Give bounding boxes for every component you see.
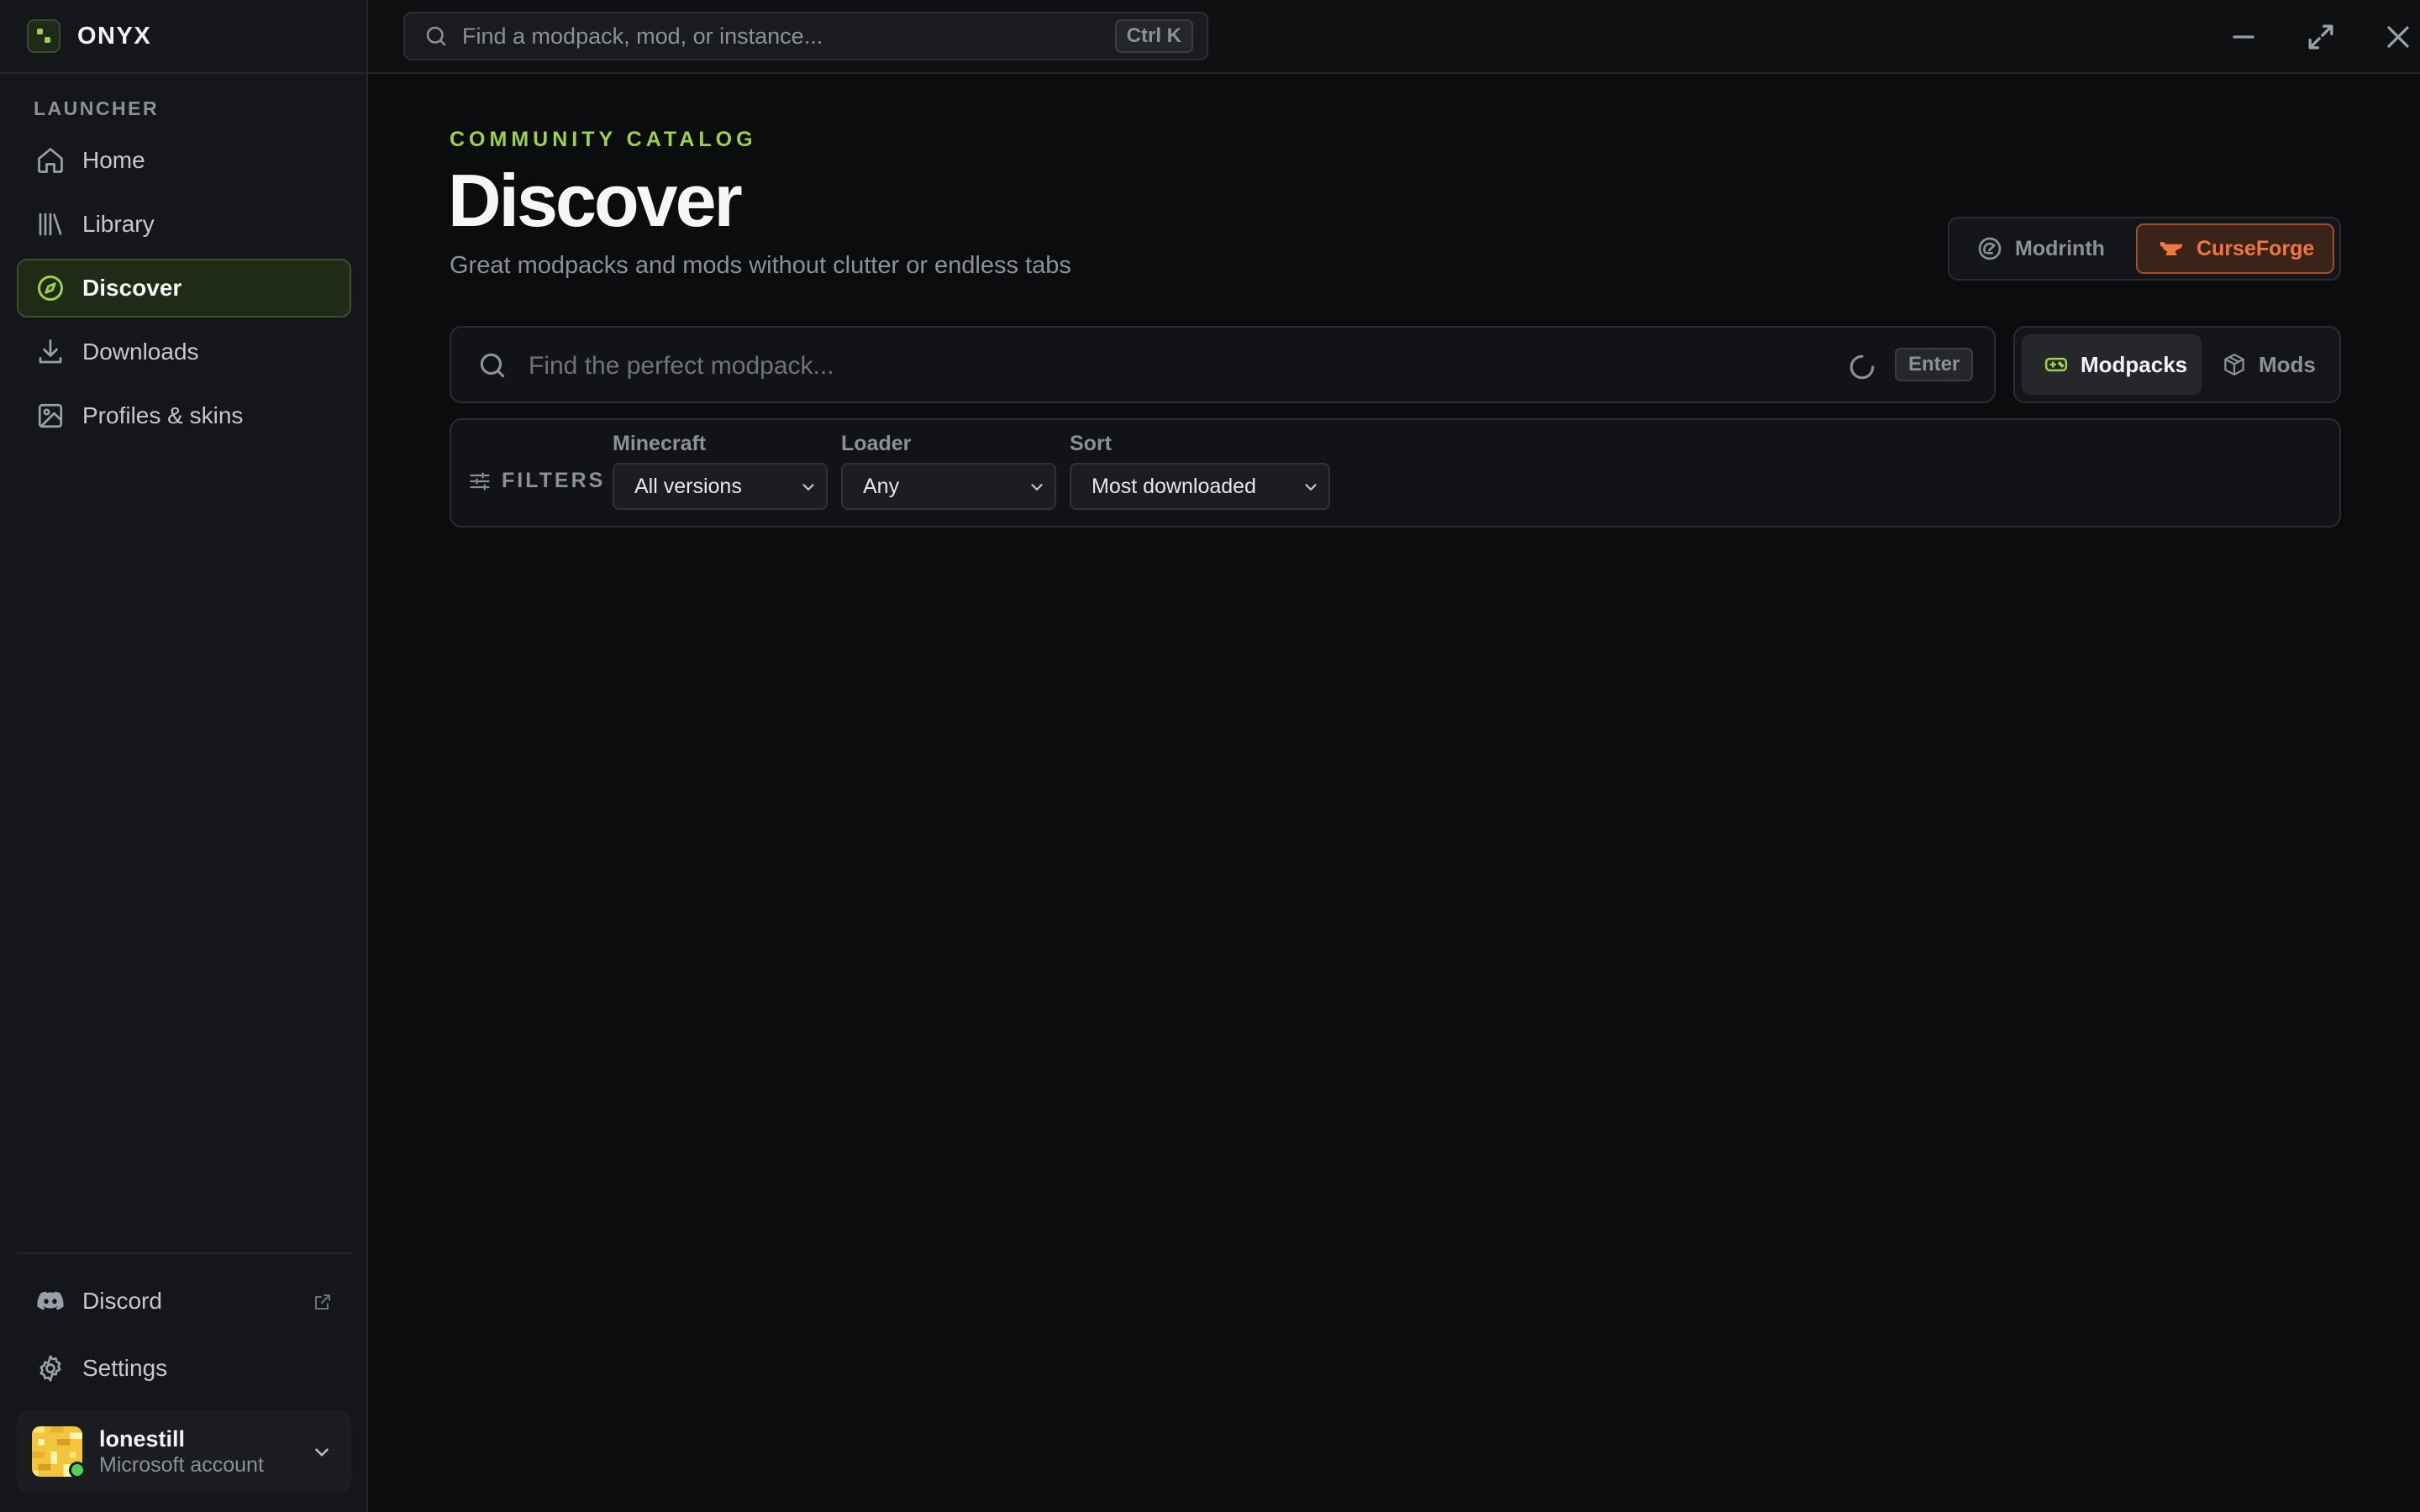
top-bar: Ctrl K <box>368 0 2420 74</box>
modrinth-icon <box>1978 237 2002 260</box>
account-info: lonestill Microsoft account <box>99 1425 264 1478</box>
page-subtitle: Great modpacks and mods without clutter … <box>450 252 1071 279</box>
mods-tab[interactable]: Mods <box>2213 334 2331 395</box>
sidebar-item-downloads[interactable]: Downloads <box>17 323 351 381</box>
sliders-icon <box>470 472 490 490</box>
sort-value: Most downloaded <box>1092 474 1256 498</box>
curseforge-label: CurseForge <box>2196 236 2315 260</box>
sidebar-item-home[interactable]: Home <box>17 131 351 190</box>
sidebar-discord-container: Discord <box>17 1272 351 1336</box>
shortcut-hint: Ctrl K <box>1114 19 1193 53</box>
sidebar-item-label: Downloads <box>82 339 199 365</box>
brand: ONYX <box>27 18 151 54</box>
download-icon <box>39 339 62 364</box>
discord-icon <box>37 1291 64 1310</box>
discord-label: Discord <box>82 1288 162 1314</box>
minimize-icon[interactable] <box>2225 18 2262 55</box>
curseforge-anvil-icon <box>2160 242 2183 255</box>
sort-select[interactable]: Most downloaded <box>1070 463 1330 510</box>
account-type: Microsoft account <box>99 1453 264 1478</box>
library-icon <box>39 213 62 236</box>
maximize-icon[interactable] <box>2302 18 2339 55</box>
catalog-search-input[interactable] <box>527 344 1791 388</box>
loading-spinner-icon <box>1849 354 1875 380</box>
divider <box>0 72 368 74</box>
sidebar-item-discover[interactable]: Discover <box>17 259 351 318</box>
search-icon <box>426 26 446 46</box>
account-name: lonestill <box>99 1425 186 1452</box>
content-type-toggle: Modpacks Mods <box>2013 326 2341 403</box>
page-eyebrow: COMMUNITY CATALOG <box>450 128 757 151</box>
settings-link[interactable]: Settings <box>17 1339 351 1398</box>
provider-toggle: Modrinth CurseForge <box>1948 217 2341 281</box>
page-title: Discover <box>448 159 743 242</box>
sidebar-settings-container: Settings <box>17 1339 351 1403</box>
curseforge-button[interactable]: CurseForge <box>2136 223 2334 274</box>
external-link-icon <box>315 1294 330 1310</box>
sidebar-section-label: LAUNCHER <box>34 97 160 119</box>
compass-icon <box>38 276 63 301</box>
discord-link[interactable]: Discord <box>17 1272 351 1331</box>
gamepad-icon <box>2044 357 2068 372</box>
image-icon <box>38 403 63 428</box>
minecraft-filter: Minecraft All versions <box>613 432 828 510</box>
search-icon <box>480 353 505 378</box>
minecraft-filter-label: Minecraft <box>613 432 707 455</box>
sidebar-item-library[interactable]: Library <box>17 195 351 254</box>
home-icon <box>38 148 63 173</box>
chevron-down-icon <box>802 484 814 491</box>
loader-select[interactable]: Any <box>841 463 1056 510</box>
enter-hint: Enter <box>1895 348 1974 381</box>
filters-label: FILTERS <box>468 469 605 493</box>
package-icon <box>2224 354 2244 375</box>
sidebar-item-label: Profiles & skins <box>82 402 244 428</box>
minecraft-version-select[interactable]: All versions <box>613 463 828 510</box>
mods-label: Mods <box>2259 351 2316 377</box>
modrinth-button[interactable]: Modrinth <box>1963 223 2121 274</box>
online-status-indicator <box>69 1462 86 1478</box>
sidebar: ONYX LAUNCHER Home Library Discover Down… <box>0 0 368 1512</box>
chevron-down-icon <box>315 1448 329 1457</box>
chevron-down-icon <box>1305 484 1317 491</box>
sort-filter: Sort Most downloaded <box>1070 432 1330 510</box>
app-name: ONYX <box>77 22 152 50</box>
close-icon[interactable] <box>2380 18 2417 55</box>
modrinth-label: Modrinth <box>2015 236 2105 260</box>
sidebar-item-profiles-skins[interactable]: Profiles & skins <box>17 386 351 445</box>
sidebar-item-label: Home <box>82 147 145 173</box>
modpacks-tab[interactable]: Modpacks <box>2022 334 2202 395</box>
catalog-search-bar: Enter <box>450 326 1996 403</box>
global-search-bar: Ctrl K <box>403 12 1208 60</box>
minecraft-version-value: All versions <box>634 474 742 498</box>
gear-icon <box>39 1355 61 1382</box>
onyx-logo-icon <box>27 19 60 53</box>
sidebar-nav: Home Library Discover Downloads Profiles… <box>17 131 351 450</box>
divider <box>17 1252 351 1254</box>
settings-label: Settings <box>82 1355 168 1381</box>
loader-filter: Loader Any <box>841 432 1056 510</box>
sidebar-item-label: Library <box>82 211 155 237</box>
sort-filter-label: Sort <box>1070 432 1112 455</box>
global-search-input[interactable] <box>460 22 1115 50</box>
account-switcher[interactable]: lonestill Microsoft account <box>17 1410 351 1494</box>
loader-filter-label: Loader <box>841 432 912 455</box>
chevron-down-icon <box>1031 484 1043 491</box>
loader-value: Any <box>863 474 900 498</box>
filters-bar: FILTERS Minecraft All versions Loader An… <box>450 418 2341 528</box>
modpacks-label: Modpacks <box>2081 351 2188 377</box>
sidebar-item-label: Discover <box>82 275 182 301</box>
filters-text: FILTERS <box>502 469 606 492</box>
